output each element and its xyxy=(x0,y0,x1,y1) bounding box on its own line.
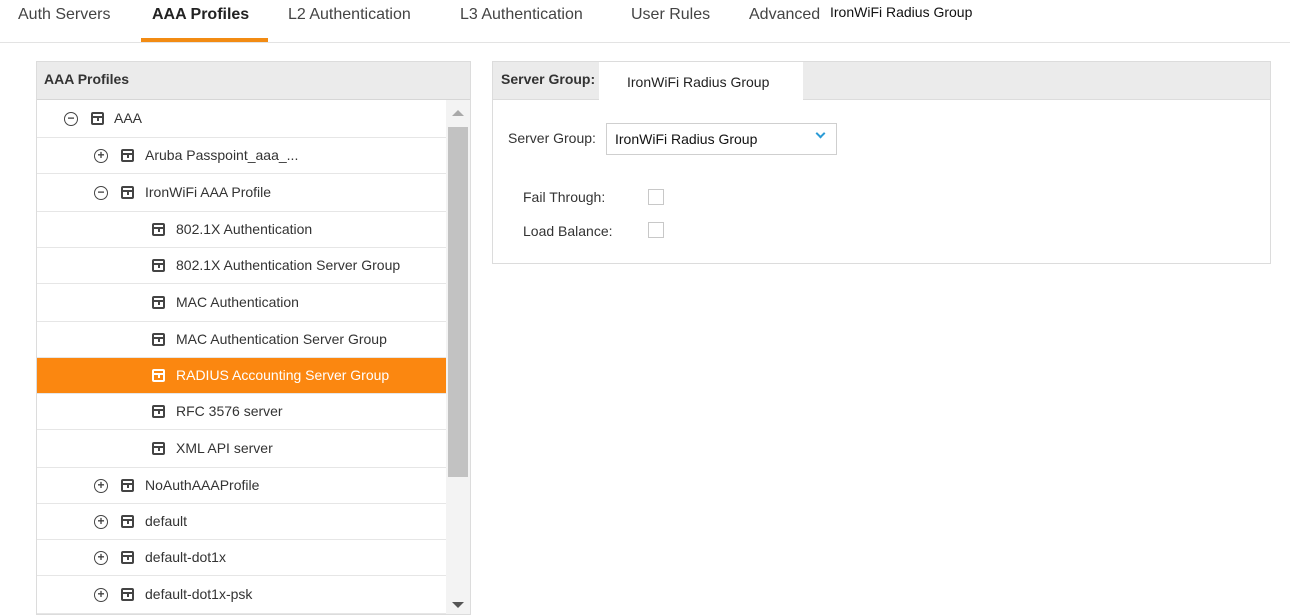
tab-auth-servers[interactable]: Auth Servers xyxy=(18,6,110,24)
tree-row-label: NoAuthAAAProfile xyxy=(145,477,260,493)
profile-node-icon xyxy=(152,405,165,418)
load-balance-checkbox[interactable] xyxy=(648,222,664,238)
scroll-up-arrow-icon[interactable] xyxy=(452,110,464,116)
profile-node-icon xyxy=(121,515,134,528)
expand-plus-icon[interactable]: + xyxy=(94,479,108,493)
profile-node-icon xyxy=(121,149,134,162)
tree-row[interactable]: RADIUS Accounting Server Group xyxy=(37,358,446,394)
tree-row-label: IronWiFi AAA Profile xyxy=(145,184,272,200)
tree-row-label: RFC 3576 server xyxy=(176,403,283,419)
profile-node-icon xyxy=(152,296,165,309)
server-group-panel: Server Group: IronWiFi Radius Group Serv… xyxy=(492,61,1271,264)
aaa-profiles-panel: AAA Profiles − AAA + Aruba Passpoint_aaa_..… xyxy=(36,61,471,615)
expand-plus-icon[interactable]: + xyxy=(94,551,108,565)
tree-row-label: RADIUS Accounting Server Group xyxy=(176,367,390,383)
tab-advanced[interactable]: Advanced xyxy=(749,6,820,24)
tab-user-rules[interactable]: User Rules xyxy=(631,6,710,24)
tree-row[interactable]: 802.1X Authentication xyxy=(37,212,446,248)
scroll-thumb[interactable] xyxy=(448,127,468,477)
header-server-group-label: Server Group: xyxy=(501,71,596,87)
tree-row[interactable]: + default xyxy=(37,504,446,540)
expand-plus-icon[interactable]: + xyxy=(94,149,108,163)
expand-plus-icon[interactable]: + xyxy=(94,515,108,529)
profile-node-icon xyxy=(152,223,165,236)
server-group-select-value: IronWiFi Radius Group xyxy=(615,131,758,147)
tree-row-label: MAC Authentication xyxy=(176,294,299,310)
expand-plus-icon[interactable]: + xyxy=(94,588,108,602)
profile-node-icon xyxy=(152,369,165,382)
tree-row[interactable]: − AAA xyxy=(37,100,446,138)
tree-row-label: Aruba Passpoint_aaa_... xyxy=(145,147,299,163)
tree-row-label: 802.1X Authentication Server Group xyxy=(176,257,401,273)
tree-row[interactable]: + default-dot1x-psk xyxy=(37,576,446,614)
profile-node-icon xyxy=(91,112,104,125)
fail-through-checkbox[interactable] xyxy=(648,189,664,205)
collapse-minus-icon[interactable]: − xyxy=(94,186,108,200)
tab-bar: Auth Servers AAA Profiles L2 Authenticat… xyxy=(0,0,1290,43)
tree-row[interactable]: + default-dot1x xyxy=(37,540,446,576)
scroll-down-arrow-icon[interactable] xyxy=(452,602,464,608)
profile-node-icon xyxy=(121,588,134,601)
profile-node-icon xyxy=(152,259,165,272)
profile-node-icon xyxy=(121,551,134,564)
tree-row[interactable]: MAC Authentication xyxy=(37,284,446,322)
active-tab-indicator xyxy=(141,38,268,42)
tree-row[interactable]: + NoAuthAAAProfile xyxy=(37,468,446,504)
tree-row-label: default-dot1x-psk xyxy=(145,586,253,602)
profile-node-icon xyxy=(152,333,165,346)
fail-through-label: Fail Through: xyxy=(523,189,606,205)
tree-scrollbar[interactable] xyxy=(446,100,470,614)
server-group-label: Server Group: xyxy=(508,130,596,146)
tree-row-label: XML API server xyxy=(176,440,273,456)
tree-row[interactable]: MAC Authentication Server Group xyxy=(37,322,446,358)
server-group-panel-header: Server Group: IronWiFi Radius Group xyxy=(493,62,1270,100)
aaa-profiles-panel-header: AAA Profiles xyxy=(37,62,470,100)
tab-l3-authentication[interactable]: L3 Authentication xyxy=(460,6,583,24)
tree-row-label: default-dot1x xyxy=(145,549,226,565)
tab-l2-authentication[interactable]: L2 Authentication xyxy=(288,6,411,24)
panel-title: AAA Profiles xyxy=(44,71,130,87)
tree-row[interactable]: RFC 3576 server xyxy=(37,394,446,430)
collapse-minus-icon[interactable]: − xyxy=(64,112,78,126)
tree-row[interactable]: + Aruba Passpoint_aaa_... xyxy=(37,138,446,174)
server-group-select[interactable]: IronWiFi Radius Group xyxy=(606,123,837,155)
chevron-down-icon xyxy=(815,128,826,139)
tab-aaa-profiles[interactable]: AAA Profiles xyxy=(152,6,249,24)
tree-row[interactable]: XML API server xyxy=(37,430,446,468)
tree-row-label: MAC Authentication Server Group xyxy=(176,331,387,347)
tree-row-label: default xyxy=(145,513,188,529)
profile-node-icon xyxy=(121,186,134,199)
tree-row[interactable]: − IronWiFi AAA Profile xyxy=(37,174,446,212)
tree-row[interactable]: 802.1X Authentication Server Group xyxy=(37,248,446,284)
profile-node-icon xyxy=(121,479,134,492)
overlay-label: IronWiFi Radius Group xyxy=(830,4,973,20)
tree-row-label: AAA xyxy=(114,110,143,126)
header-server-group-value: IronWiFi Radius Group xyxy=(599,62,803,100)
tree-row-label: 802.1X Authentication xyxy=(176,221,313,237)
load-balance-label: Load Balance: xyxy=(523,223,613,239)
profile-node-icon xyxy=(152,442,165,455)
